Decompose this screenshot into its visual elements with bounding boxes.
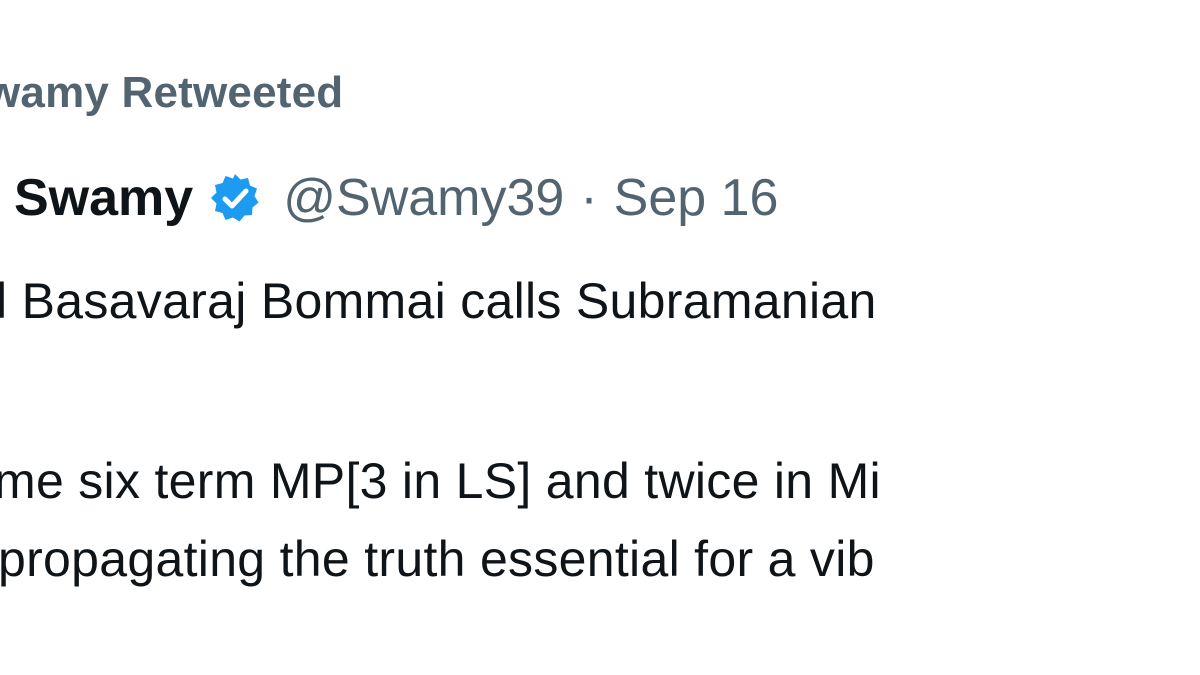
tweet-screenshot: wamy Retweeted Swamy @Swamy39 · Sep 16 l… bbox=[0, 0, 1200, 675]
verified-badge-svg bbox=[211, 174, 259, 222]
author-display-name[interactable]: Swamy bbox=[14, 168, 193, 228]
tweet-text-line-1: l Basavaraj Bommai calls Subramanian bbox=[0, 273, 877, 329]
header-separator: · bbox=[580, 169, 598, 227]
verified-badge-icon bbox=[209, 172, 261, 224]
tweet-text-line-2: me six term MP[3 in LS] and twice in Mi bbox=[0, 453, 881, 509]
retweeted-label[interactable]: wamy Retweeted bbox=[0, 68, 343, 118]
tweet-text-line-3: propagating the truth essential for a vi… bbox=[0, 531, 875, 587]
tweet-date[interactable]: Sep 16 bbox=[614, 168, 779, 228]
author-handle[interactable]: @Swamy39 bbox=[283, 168, 564, 228]
tweet-author-header: Swamy @Swamy39 · Sep 16 bbox=[14, 166, 778, 230]
